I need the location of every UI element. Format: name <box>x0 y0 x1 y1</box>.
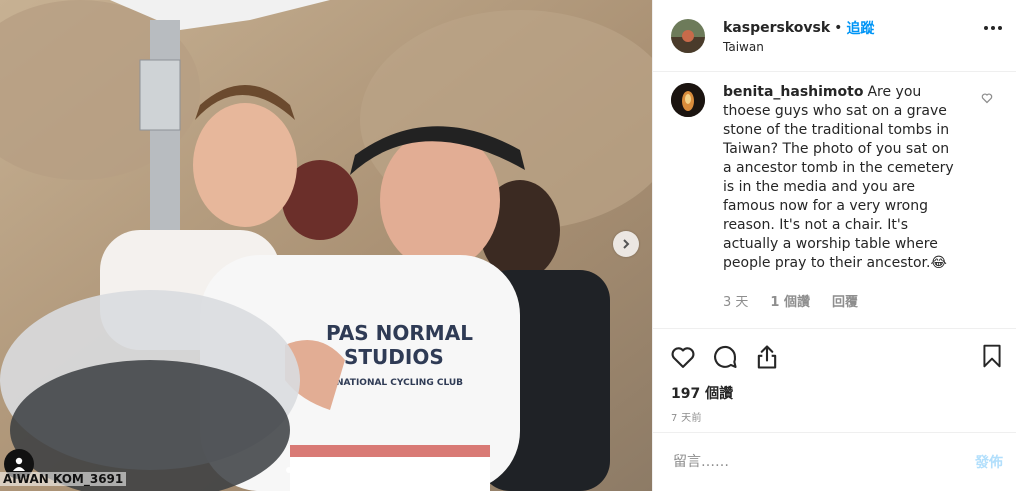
author-avatar-image <box>671 18 705 53</box>
photo-watermark: AIWAN KOM_3691 <box>0 472 127 486</box>
comment-likes-count[interactable]: 1 個讚 <box>770 293 810 312</box>
post-timestamp[interactable]: 7 天前 <box>653 403 1016 424</box>
photo-illustration: PAS NORMAL STUDIOS NATIONAL CYCLING CLUB <box>0 0 652 491</box>
post-modal: PAS NORMAL STUDIOS NATIONAL CYCLING CLUB <box>0 0 1016 491</box>
share-icon <box>757 345 777 369</box>
more-dot-icon <box>991 26 995 30</box>
header-separator: • <box>834 19 843 36</box>
author-avatar[interactable] <box>671 18 705 53</box>
heart-icon <box>981 93 993 104</box>
post-photo[interactable]: PAS NORMAL STUDIOS NATIONAL CYCLING CLUB <box>0 0 652 491</box>
likes-count[interactable]: 197 個讚 <box>653 373 1016 403</box>
post-actions: 197 個讚 7 天前 <box>653 328 1016 424</box>
carousel-dot <box>296 467 302 473</box>
chevron-right-icon <box>623 239 630 249</box>
comment-button[interactable] <box>711 343 739 371</box>
like-button[interactable] <box>669 343 697 371</box>
commenter-avatar-image <box>671 83 705 117</box>
more-options-button[interactable] <box>984 26 1002 30</box>
commenter-username[interactable]: benita_hashimoto <box>723 84 863 100</box>
follow-button[interactable]: 追蹤 <box>846 18 874 38</box>
post-sidebar: kasperskovsk • 追蹤 Taiwan benita_hashimot… <box>652 0 1016 491</box>
comment-input[interactable] <box>671 453 975 471</box>
comment-text: Are you thoese guys who sat on a grave s… <box>723 84 954 271</box>
more-dot-icon <box>984 26 988 30</box>
jersey-text-3: NATIONAL CYCLING CLUB <box>336 378 463 388</box>
comment-age[interactable]: 3 天 <box>723 293 748 312</box>
carousel-next-button[interactable] <box>613 231 639 257</box>
person-icon <box>13 457 25 471</box>
bookmark-icon <box>983 344 1001 368</box>
jersey-text-2: STUDIOS <box>344 345 444 369</box>
post-location[interactable]: Taiwan <box>723 40 874 54</box>
heart-icon <box>671 347 695 368</box>
more-dot-icon <box>998 26 1002 30</box>
carousel-indicator <box>286 467 302 473</box>
comment-item: benita_hashimoto Are you thoese guys who … <box>653 73 1016 312</box>
comment-like-button[interactable] <box>981 89 993 108</box>
reply-button[interactable]: 回覆 <box>832 293 858 312</box>
post-comment-button[interactable]: 發佈 <box>975 452 1003 472</box>
post-header: kasperskovsk • 追蹤 Taiwan <box>653 0 1016 72</box>
jersey-text-1: PAS NORMAL <box>326 321 473 345</box>
speech-bubble-icon <box>714 345 737 368</box>
carousel-dot <box>286 467 292 473</box>
add-comment-bar: 發佈 <box>653 432 1016 491</box>
comment-emoji: 😂 <box>930 255 947 271</box>
save-button[interactable] <box>979 342 1005 374</box>
comments-list: benita_hashimoto Are you thoese guys who … <box>653 73 1016 328</box>
share-button[interactable] <box>753 343 781 371</box>
commenter-avatar[interactable] <box>671 83 705 117</box>
author-username[interactable]: kasperskovsk <box>723 20 830 36</box>
